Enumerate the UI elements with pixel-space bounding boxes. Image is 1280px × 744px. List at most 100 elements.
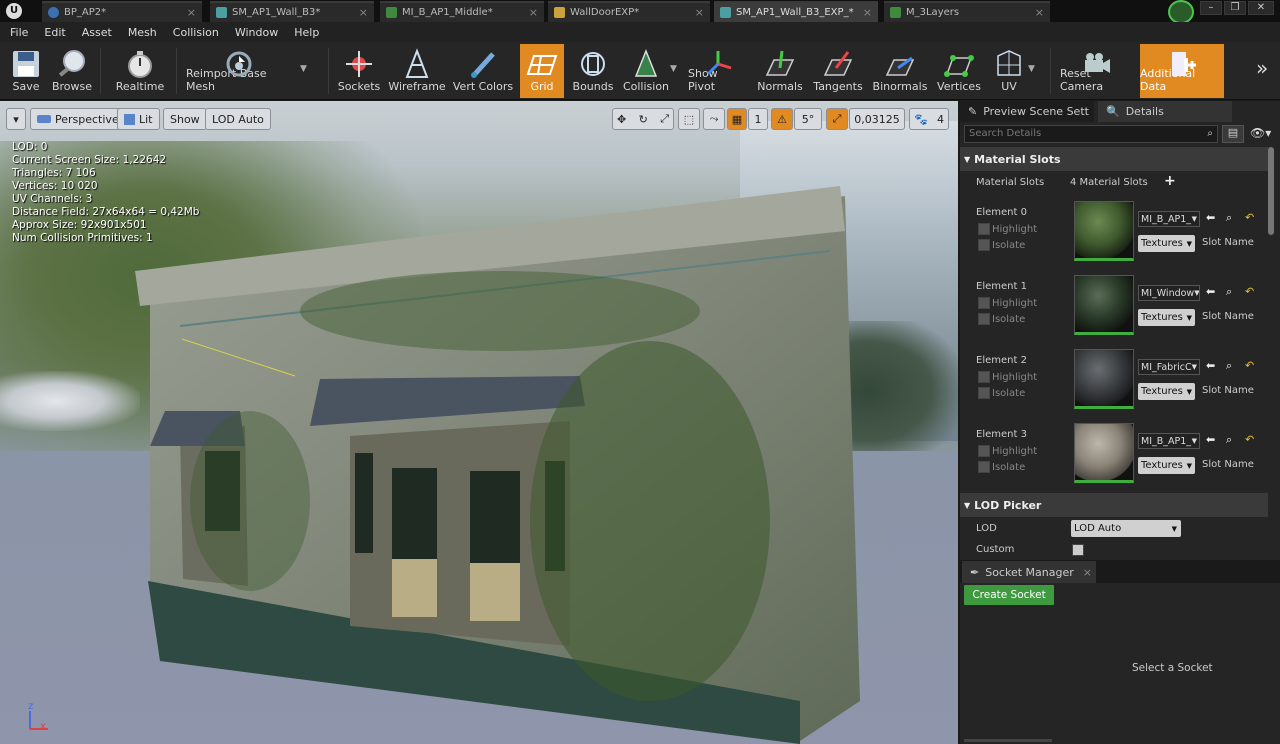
perspective-button[interactable]: Perspective bbox=[30, 108, 126, 130]
material-thumbnail[interactable] bbox=[1074, 201, 1134, 261]
translate-icon[interactable]: ✥ bbox=[617, 113, 626, 126]
scale-icon[interactable]: ⤢ bbox=[660, 112, 669, 126]
isolate-checkbox[interactable] bbox=[978, 239, 990, 251]
vertices-button[interactable]: Vertices bbox=[934, 44, 984, 98]
tab-details[interactable]: 🔍 Details bbox=[1098, 101, 1232, 122]
uv-button[interactable]: UV bbox=[988, 44, 1030, 98]
close-icon[interactable]: × bbox=[1083, 566, 1092, 579]
highlight-checkbox[interactable] bbox=[978, 297, 990, 309]
textures-dropdown[interactable]: Textures ▼ bbox=[1138, 309, 1195, 326]
use-selected-arrow-icon[interactable]: ⬅ bbox=[1206, 285, 1215, 298]
bounds-button[interactable]: Bounds bbox=[570, 44, 616, 98]
textures-dropdown[interactable]: Textures ▼ bbox=[1138, 457, 1195, 474]
isolate-checkbox[interactable] bbox=[978, 313, 990, 325]
tab-sm-ap1-wall-b3-exp[interactable]: SM_AP1_Wall_B3_EXP_* × bbox=[714, 1, 878, 22]
view-options-icon[interactable]: 👁▾ bbox=[1250, 126, 1271, 140]
rotation-snap-dropdown[interactable]: 5° bbox=[794, 108, 822, 130]
normals-button[interactable]: Normals bbox=[754, 44, 806, 98]
tangents-button[interactable]: Tangents bbox=[810, 44, 866, 98]
lit-button[interactable]: Lit bbox=[117, 108, 160, 130]
use-selected-arrow-icon[interactable]: ⬅ bbox=[1206, 211, 1215, 224]
use-selected-arrow-icon[interactable]: ⬅ bbox=[1206, 433, 1215, 446]
sockets-button[interactable]: Sockets bbox=[336, 44, 382, 98]
close-icon[interactable]: × bbox=[529, 6, 538, 19]
close-icon[interactable]: × bbox=[187, 6, 196, 19]
tab-walldoorexp[interactable]: WallDoorEXP* × bbox=[548, 1, 710, 22]
realtime-button[interactable]: Realtime bbox=[112, 44, 168, 98]
camera-speed-button[interactable]: 🐾 4 bbox=[909, 108, 949, 130]
menu-asset[interactable]: Asset bbox=[82, 26, 112, 39]
scrollbar[interactable] bbox=[1268, 147, 1274, 235]
close-icon[interactable]: × bbox=[359, 6, 368, 19]
menu-mesh[interactable]: Mesh bbox=[128, 26, 157, 39]
lod-picker-section-header[interactable]: ▼ LOD Picker bbox=[960, 493, 1268, 517]
lod-dropdown[interactable]: LOD Auto ▼ bbox=[1071, 520, 1181, 537]
highlight-checkbox[interactable] bbox=[978, 445, 990, 457]
material-dropdown[interactable]: MI_B_AP1_ ▼ bbox=[1138, 433, 1200, 449]
isolate-checkbox[interactable] bbox=[978, 387, 990, 399]
minimize-button[interactable]: – bbox=[1200, 1, 1222, 15]
scale-snap-toggle[interactable]: ⤢ bbox=[826, 108, 848, 130]
use-selected-arrow-icon[interactable]: ⬅ bbox=[1206, 359, 1215, 372]
reset-to-default-icon[interactable]: ↶ bbox=[1245, 285, 1254, 298]
surface-snap-button[interactable]: ⤳ bbox=[703, 108, 725, 130]
browse-asset-icon[interactable]: ⌕ bbox=[1226, 433, 1232, 447]
menu-edit[interactable]: Edit bbox=[44, 26, 65, 39]
highlight-checkbox[interactable] bbox=[978, 371, 990, 383]
grid-snap-toggle[interactable]: ▦ bbox=[727, 108, 747, 130]
browse-asset-icon[interactable]: ⌕ bbox=[1226, 359, 1232, 373]
uv-dropdown-icon[interactable]: ▼ bbox=[1028, 64, 1035, 74]
reset-to-default-icon[interactable]: ↶ bbox=[1245, 211, 1254, 224]
close-icon[interactable]: × bbox=[863, 6, 872, 19]
tab-sm-ap1-wall-b3[interactable]: SM_AP1_Wall_B3* × bbox=[210, 1, 374, 22]
material-dropdown[interactable]: MI_Window ▼ bbox=[1138, 285, 1200, 301]
textures-dropdown[interactable]: Textures ▼ bbox=[1138, 383, 1195, 400]
browse-asset-icon[interactable]: ⌕ bbox=[1226, 285, 1232, 299]
reset-to-default-icon[interactable]: ↶ bbox=[1245, 359, 1254, 372]
reset-camera-button[interactable]: Reset Camera bbox=[1060, 44, 1134, 98]
collision-dropdown-icon[interactable]: ▼ bbox=[670, 64, 677, 74]
material-slots-section-header[interactable]: ▼ Material Slots bbox=[960, 147, 1268, 171]
tab-preview-scene-settings[interactable]: ✎ Preview Scene Sett bbox=[960, 101, 1094, 122]
menu-file[interactable]: File bbox=[10, 26, 28, 39]
wireframe-button[interactable]: Wireframe bbox=[388, 44, 446, 98]
material-thumbnail[interactable] bbox=[1074, 275, 1134, 335]
tab-bp-ap2[interactable]: BP_AP2* × bbox=[42, 1, 202, 22]
close-window-button[interactable]: ✕ bbox=[1248, 1, 1274, 15]
toolbar-overflow-icon[interactable]: » bbox=[1256, 56, 1268, 80]
menu-collision[interactable]: Collision bbox=[173, 26, 219, 39]
material-dropdown[interactable]: MI_FabricC ▼ bbox=[1138, 359, 1200, 375]
browse-asset-icon[interactable]: ⌕ bbox=[1226, 211, 1232, 225]
tab-m-3layers[interactable]: M_3Layers × bbox=[884, 1, 1050, 22]
save-button[interactable]: Save bbox=[4, 44, 48, 98]
custom-checkbox[interactable] bbox=[1072, 544, 1084, 556]
menu-help[interactable]: Help bbox=[294, 26, 319, 39]
create-socket-button[interactable]: Create Socket bbox=[964, 585, 1054, 605]
material-dropdown[interactable]: MI_B_AP1_ ▼ bbox=[1138, 211, 1200, 227]
binormals-button[interactable]: Binormals bbox=[870, 44, 930, 98]
material-thumbnail[interactable] bbox=[1074, 349, 1134, 409]
add-material-slot-icon[interactable]: + bbox=[1164, 173, 1176, 189]
search-details-input[interactable]: Search Details ⌕ bbox=[964, 125, 1218, 143]
tab-mi-b-ap1-middle[interactable]: MI_B_AP1_Middle* × bbox=[380, 1, 544, 22]
menu-window[interactable]: Window bbox=[235, 26, 278, 39]
source-control-icon[interactable] bbox=[1168, 0, 1194, 24]
browse-button[interactable]: Browse bbox=[50, 44, 94, 98]
tab-socket-manager[interactable]: ✒ Socket Manager × bbox=[962, 561, 1096, 583]
show-button[interactable]: Show bbox=[163, 108, 207, 130]
rotate-icon[interactable]: ↻ bbox=[639, 113, 648, 126]
rotation-snap-toggle[interactable]: ⚠ bbox=[771, 108, 793, 130]
reset-to-default-icon[interactable]: ↶ bbox=[1245, 433, 1254, 446]
textures-dropdown[interactable]: Textures ▼ bbox=[1138, 235, 1195, 252]
lod-auto-button[interactable]: LOD Auto bbox=[205, 108, 271, 130]
viewport-options-button[interactable]: ▾ bbox=[6, 108, 26, 130]
close-icon[interactable]: × bbox=[1035, 6, 1044, 19]
additional-data-button[interactable]: Additional Data bbox=[1140, 44, 1224, 98]
reimport-dropdown-icon[interactable]: ▼ bbox=[300, 64, 307, 74]
vert-colors-button[interactable]: Vert Colors bbox=[452, 44, 514, 98]
local-space-button[interactable]: ⬚ bbox=[678, 108, 700, 130]
show-pivot-button[interactable]: Show Pivot bbox=[688, 44, 748, 98]
property-matrix-button[interactable]: ▤ bbox=[1222, 125, 1244, 143]
close-icon[interactable]: × bbox=[695, 6, 704, 19]
highlight-checkbox[interactable] bbox=[978, 223, 990, 235]
